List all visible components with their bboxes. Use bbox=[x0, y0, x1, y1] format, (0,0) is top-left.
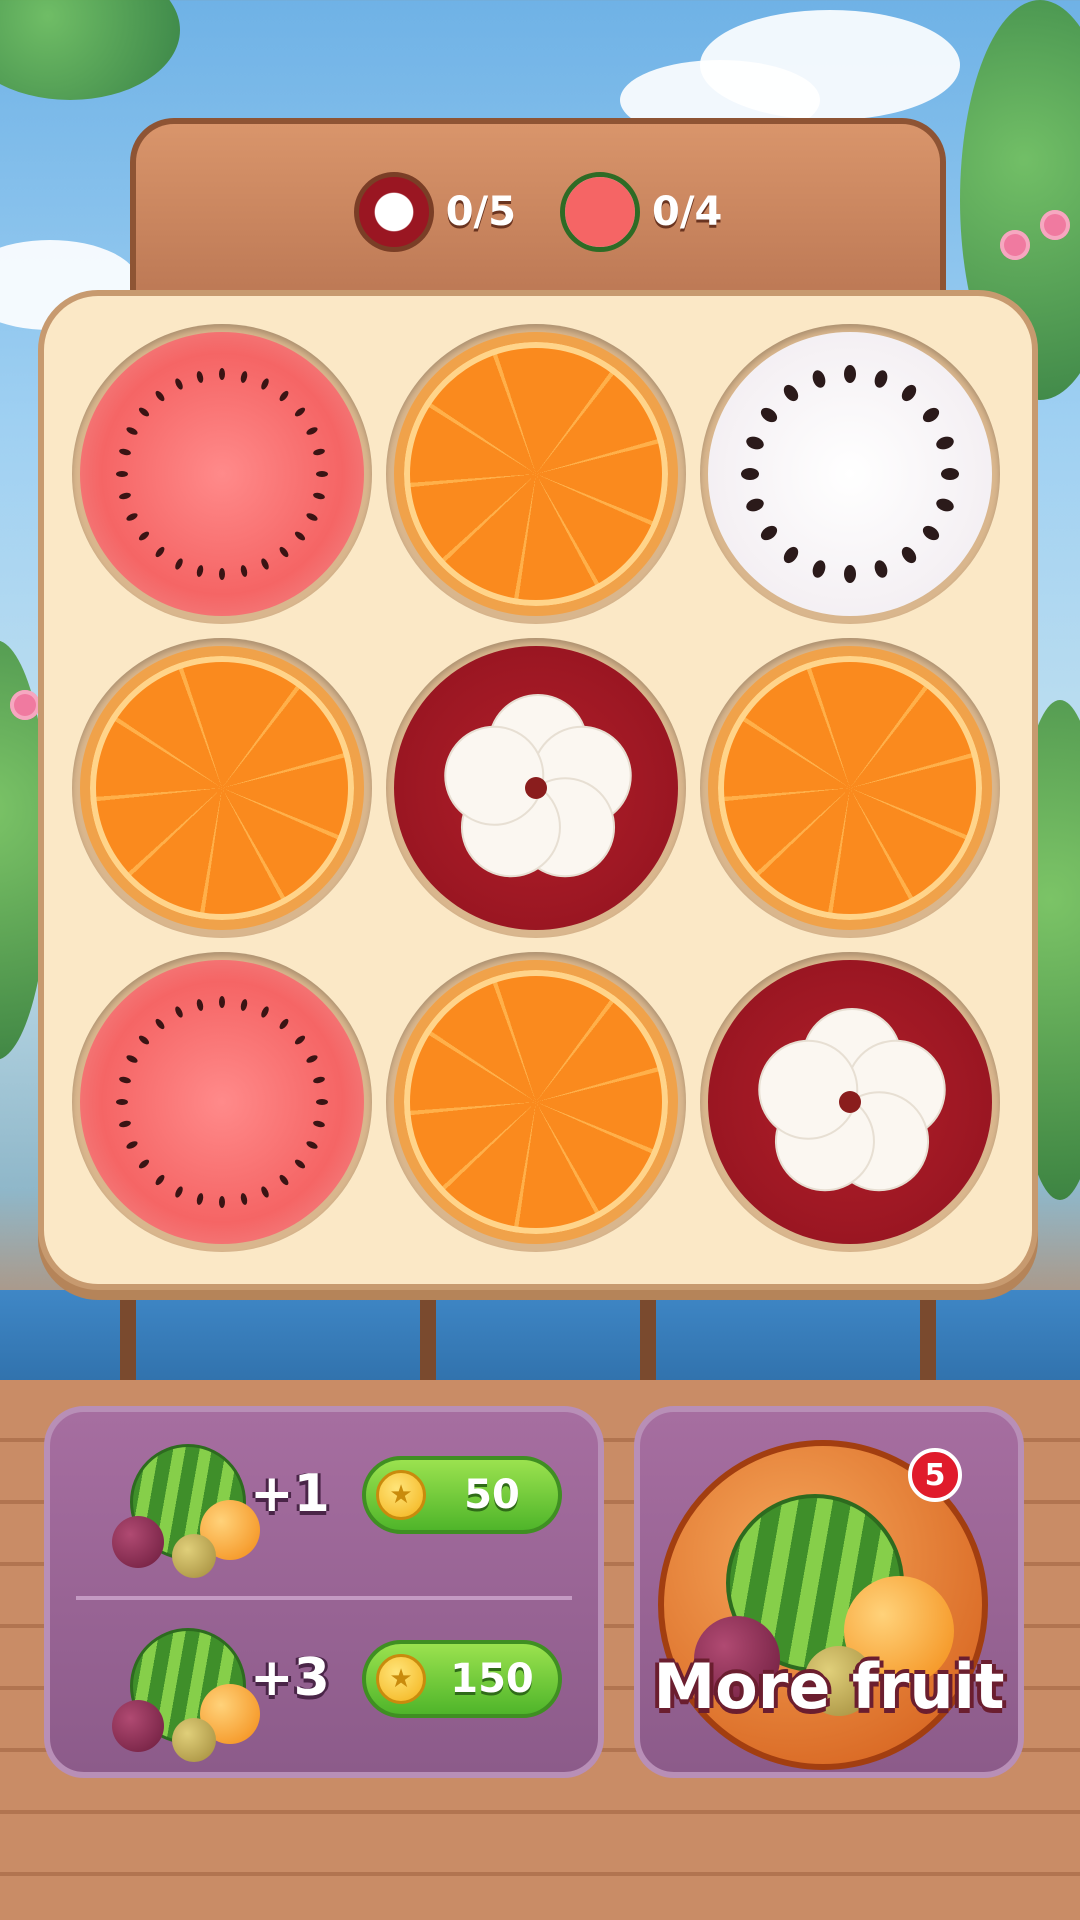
goal-watermelon-progress: 0/4 bbox=[652, 189, 723, 235]
offer-amount: +3 bbox=[250, 1648, 330, 1708]
buy-1-button[interactable]: ★ 50 bbox=[362, 1456, 562, 1534]
fruit-bundle-icon bbox=[100, 1438, 270, 1578]
board-cell[interactable] bbox=[72, 952, 372, 1252]
board-cell[interactable] bbox=[72, 324, 372, 624]
shop-offer-1: +1 ★ 50 bbox=[50, 1412, 598, 1592]
goal-watermelon: 0/4 bbox=[560, 172, 722, 252]
watermelon-icon bbox=[80, 960, 364, 1244]
offer-price: 150 bbox=[450, 1656, 534, 1702]
board-cell[interactable] bbox=[700, 324, 1000, 624]
shop-panel: +1 ★ 50 +3 ★ 150 bbox=[44, 1406, 604, 1778]
board-cell[interactable] bbox=[386, 638, 686, 938]
board-cell[interactable] bbox=[700, 638, 1000, 938]
orange-icon bbox=[80, 646, 364, 930]
offer-price: 50 bbox=[464, 1472, 520, 1518]
orange-icon bbox=[394, 960, 678, 1244]
coin-icon: ★ bbox=[376, 1654, 426, 1704]
board-cell[interactable] bbox=[386, 324, 686, 624]
more-fruit-label: More fruit bbox=[653, 1650, 1005, 1723]
goal-mangosteen: 0/5 bbox=[353, 172, 516, 252]
watermelon-icon bbox=[80, 332, 364, 616]
orange-icon bbox=[394, 332, 678, 616]
board-cell[interactable] bbox=[386, 952, 686, 1252]
goal-mangosteen-progress: 0/5 bbox=[445, 189, 516, 235]
offer-amount: +1 bbox=[250, 1464, 330, 1524]
mangosteen-icon bbox=[394, 646, 678, 930]
game-board bbox=[38, 290, 1038, 1290]
board-cell[interactable] bbox=[700, 952, 1000, 1252]
fruit-bundle-icon bbox=[100, 1622, 270, 1762]
mangosteen-icon bbox=[353, 172, 434, 252]
watermelon-icon bbox=[560, 172, 640, 252]
mangosteen-icon bbox=[708, 960, 992, 1244]
more-fruit-count-badge: 5 bbox=[908, 1448, 962, 1502]
more-fruit-panel: 5 More fruit bbox=[634, 1406, 1024, 1778]
dragonfruit-icon bbox=[708, 332, 992, 616]
goal-panel: 0/5 0/4 bbox=[130, 118, 946, 318]
board-cell[interactable] bbox=[72, 638, 372, 938]
buy-3-button[interactable]: ★ 150 bbox=[362, 1640, 562, 1718]
orange-icon bbox=[708, 646, 992, 930]
coin-icon: ★ bbox=[376, 1470, 426, 1520]
shop-offer-2: +3 ★ 150 bbox=[50, 1596, 598, 1776]
